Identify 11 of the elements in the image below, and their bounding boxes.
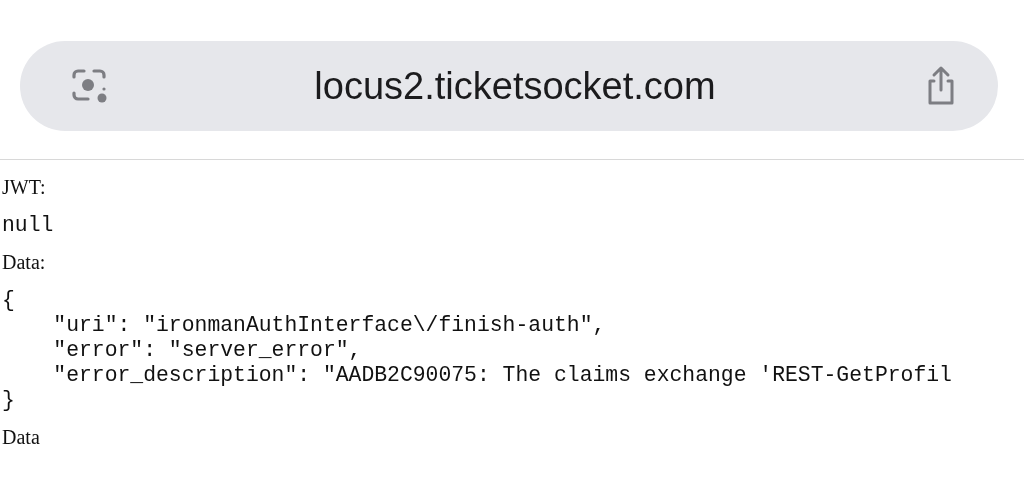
code-line: null: [2, 213, 54, 238]
code-line: {: [2, 288, 15, 313]
field-label: JWT:: [2, 176, 46, 199]
code-line: "uri": "ironmanAuthInterface\/finish-auth",: [52, 313, 606, 338]
field-label: Data:: [2, 251, 46, 274]
address-bar[interactable]: locus2.ticketsocket.com: [20, 41, 998, 131]
code-line: "error": "server_error",: [52, 338, 362, 363]
url-text[interactable]: locus2.ticketsocket.com: [112, 64, 918, 108]
field-label: Data: [2, 426, 40, 449]
code-line: }: [2, 388, 15, 413]
code-line: "error_description": "AADB2C90075: The claims exchange 'REST-GetProfil: [52, 363, 952, 388]
